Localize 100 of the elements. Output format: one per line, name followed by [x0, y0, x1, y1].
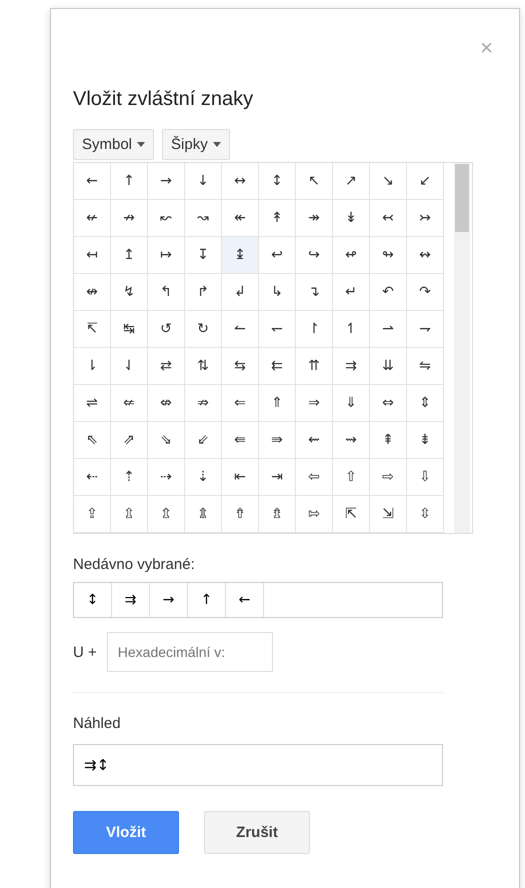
symbol-cell[interactable]: ↵ — [333, 274, 370, 311]
symbol-cell[interactable]: ↫ — [333, 237, 370, 274]
symbol-cell[interactable]: ⇣ — [185, 459, 222, 496]
symbol-cell[interactable]: ↳ — [259, 274, 296, 311]
symbol-cell[interactable]: ↛ — [111, 200, 148, 237]
symbol-cell[interactable]: ⇒ — [296, 385, 333, 422]
symbol-cell[interactable]: ⇕ — [407, 385, 444, 422]
symbol-cell[interactable]: ⇚ — [222, 422, 259, 459]
preview-field[interactable]: ⇉↕ — [73, 744, 443, 786]
symbol-cell[interactable]: ↡ — [333, 200, 370, 237]
symbol-cell[interactable]: ↻ — [185, 311, 222, 348]
symbol-cell[interactable]: ↪ — [296, 237, 333, 274]
symbol-cell[interactable]: ↚ — [74, 200, 111, 237]
symbol-cell[interactable]: ↥ — [111, 237, 148, 274]
symbol-cell[interactable]: ↼ — [222, 311, 259, 348]
symbol-cell[interactable]: ↰ — [148, 274, 185, 311]
cancel-button[interactable]: Zrušit — [204, 811, 310, 854]
symbol-cell[interactable]: ⇩ — [407, 459, 444, 496]
symbol-cell[interactable]: ⇁ — [407, 311, 444, 348]
symbol-cell[interactable]: ⇦ — [296, 459, 333, 496]
category-dropdown[interactable]: Šipky — [162, 129, 230, 160]
symbol-cell[interactable]: ⇄ — [148, 348, 185, 385]
symbol-cell[interactable]: ⇃ — [111, 348, 148, 385]
symbol-cell[interactable]: ⇇ — [259, 348, 296, 385]
symbol-cell[interactable]: ⇯ — [259, 496, 296, 533]
symbol-cell[interactable]: ← — [74, 163, 111, 200]
symbol-cell[interactable]: ↗ — [333, 163, 370, 200]
symbol-cell[interactable]: ↝ — [185, 200, 222, 237]
symbol-cell[interactable]: ↠ — [296, 200, 333, 237]
symbol-cell[interactable]: ↣ — [407, 200, 444, 237]
symbol-cell[interactable]: ⇂ — [74, 348, 111, 385]
symbol-cell[interactable]: ⇤ — [222, 459, 259, 496]
symbol-cell[interactable]: ⇗ — [111, 422, 148, 459]
symbol-cell[interactable]: ⇐ — [222, 385, 259, 422]
symbol-cell[interactable]: ⇙ — [185, 422, 222, 459]
symbol-cell[interactable]: ⇫ — [111, 496, 148, 533]
symbol-cell[interactable]: ⇔ — [370, 385, 407, 422]
symbol-cell[interactable]: ↩ — [259, 237, 296, 274]
symbol-cell[interactable]: ⇎ — [148, 385, 185, 422]
symbol-cell[interactable]: ↟ — [259, 200, 296, 237]
category-dropdown[interactable]: Symbol — [73, 129, 154, 160]
symbol-cell[interactable]: ↶ — [370, 274, 407, 311]
symbol-cell[interactable]: ↷ — [407, 274, 444, 311]
symbol-cell[interactable]: ↯ — [111, 274, 148, 311]
symbol-cell[interactable]: ↹ — [111, 311, 148, 348]
symbol-cell[interactable]: ⇘ — [148, 422, 185, 459]
symbol-cell[interactable]: ↿ — [333, 311, 370, 348]
symbol-cell[interactable]: ⇜ — [296, 422, 333, 459]
symbol-cell[interactable]: ⇛ — [259, 422, 296, 459]
symbol-cell[interactable]: ⇠ — [74, 459, 111, 496]
symbol-cell[interactable]: ⇈ — [296, 348, 333, 385]
symbol-cell[interactable]: ⇧ — [333, 459, 370, 496]
symbol-cell[interactable]: ↦ — [148, 237, 185, 274]
symbol-cell[interactable]: ↭ — [407, 237, 444, 274]
symbol-cell[interactable]: ⇋ — [407, 348, 444, 385]
symbol-cell[interactable]: ⇲ — [370, 496, 407, 533]
symbol-cell[interactable]: ↑ — [111, 163, 148, 200]
symbol-cell[interactable]: ⇢ — [148, 459, 185, 496]
symbol-cell[interactable]: ↜ — [148, 200, 185, 237]
symbol-cell[interactable]: ↱ — [185, 274, 222, 311]
symbol-cell[interactable]: ⇝ — [333, 422, 370, 459]
symbol-cell[interactable]: ⇬ — [148, 496, 185, 533]
symbol-cell[interactable]: ↢ — [370, 200, 407, 237]
symbol-cell[interactable]: ⇞ — [370, 422, 407, 459]
symbol-cell[interactable]: ↕ — [259, 163, 296, 200]
symbol-cell[interactable]: ⇡ — [111, 459, 148, 496]
symbol-cell[interactable]: ⇟ — [407, 422, 444, 459]
symbol-cell[interactable]: ↸ — [74, 311, 111, 348]
symbol-cell[interactable]: ⇑ — [259, 385, 296, 422]
symbol-cell[interactable]: ⇊ — [370, 348, 407, 385]
symbol-cell[interactable]: ↖ — [296, 163, 333, 200]
symbol-cell[interactable]: ↽ — [259, 311, 296, 348]
symbol-cell[interactable]: ⇮ — [222, 496, 259, 533]
symbol-cell[interactable]: ⇥ — [259, 459, 296, 496]
symbol-cell[interactable]: ↔ — [222, 163, 259, 200]
hex-input-field[interactable]: Hexadecimální v: — [106, 632, 273, 672]
symbol-cell[interactable]: ⇅ — [185, 348, 222, 385]
symbol-cell[interactable]: ⇆ — [222, 348, 259, 385]
symbol-cell[interactable]: ⇉ — [333, 348, 370, 385]
symbol-cell[interactable]: ⇰ — [296, 496, 333, 533]
symbol-cell[interactable]: ↮ — [74, 274, 111, 311]
symbol-cell[interactable]: ↬ — [370, 237, 407, 274]
symbol-cell[interactable]: ⇱ — [333, 496, 370, 533]
symbol-cell[interactable]: → — [148, 163, 185, 200]
symbol-cell[interactable]: ⇓ — [333, 385, 370, 422]
symbol-cell[interactable]: ↙ — [407, 163, 444, 200]
symbol-cell[interactable]: ⇖ — [74, 422, 111, 459]
symbol-cell[interactable]: ⇭ — [185, 496, 222, 533]
symbol-cell[interactable]: ↨ — [222, 237, 259, 274]
symbol-cell[interactable]: ↾ — [296, 311, 333, 348]
symbol-cell[interactable]: ⇨ — [370, 459, 407, 496]
symbol-cell[interactable]: ⇀ — [370, 311, 407, 348]
symbol-cell[interactable]: ↓ — [185, 163, 222, 200]
symbol-cell[interactable]: ⇳ — [407, 496, 444, 533]
symbol-cell[interactable]: ⇏ — [185, 385, 222, 422]
symbol-cell[interactable]: ↲ — [222, 274, 259, 311]
symbol-cell[interactable]: ⇌ — [74, 385, 111, 422]
symbol-cell[interactable]: ↺ — [148, 311, 185, 348]
symbol-cell[interactable]: ↤ — [74, 237, 111, 274]
symbol-cell[interactable]: ↴ — [296, 274, 333, 311]
